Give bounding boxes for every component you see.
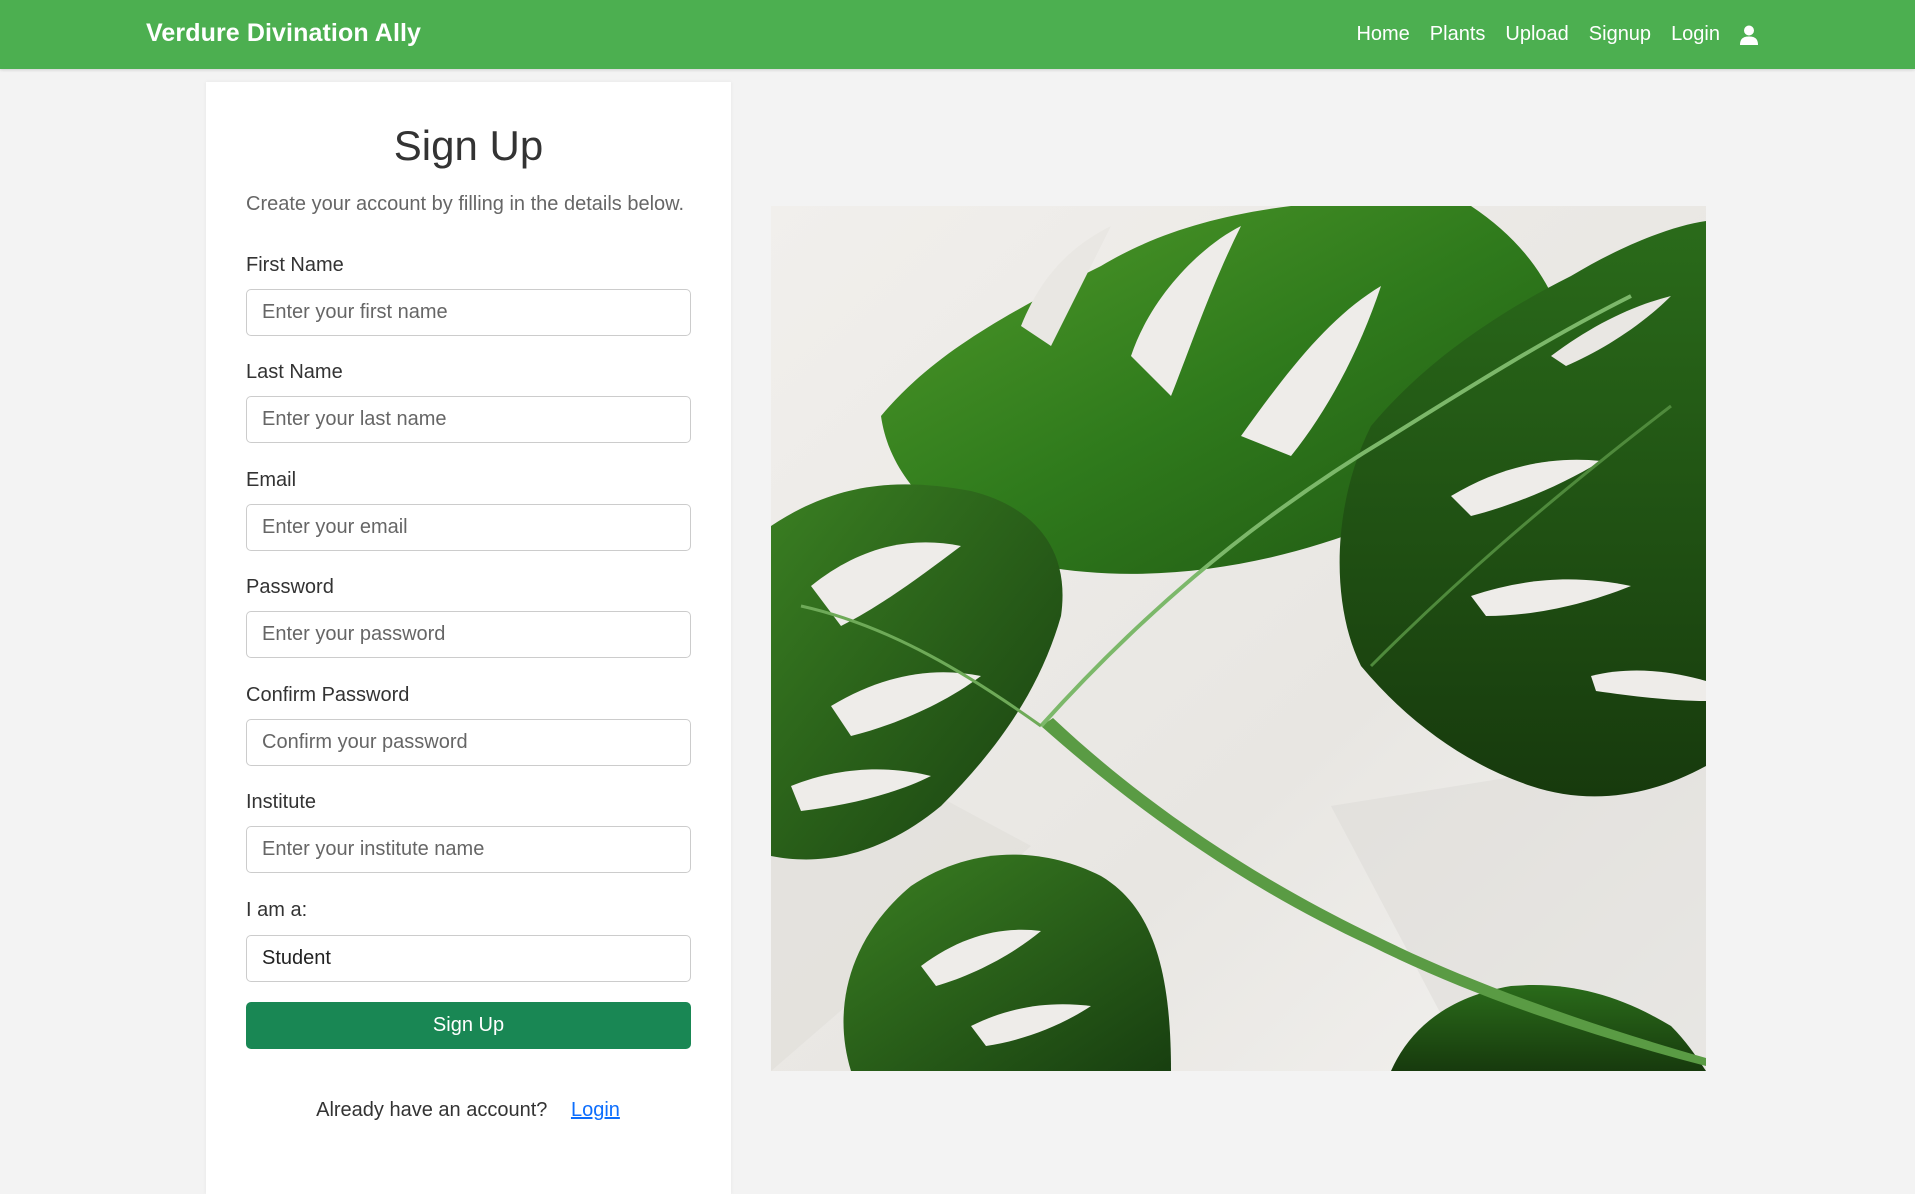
last-name-label: Last Name	[246, 361, 343, 383]
role-select[interactable]: Student	[246, 935, 691, 982]
first-name-label: First Name	[246, 254, 344, 276]
confirm-password-input[interactable]	[246, 719, 691, 766]
user-icon[interactable]	[1738, 23, 1760, 47]
brand-logo[interactable]: Verdure Divination Ally	[146, 19, 421, 48]
institute-input[interactable]	[246, 826, 691, 873]
institute-label: Institute	[246, 791, 317, 813]
password-label: Password	[246, 576, 334, 598]
first-name-input[interactable]	[246, 289, 691, 336]
email-label: Email	[246, 469, 297, 491]
login-prompt-row: Already have an account? Login	[0, 1099, 936, 1122]
nav-link-plants[interactable]: Plants	[1430, 23, 1486, 46]
nav-link-login[interactable]: Login	[1671, 23, 1720, 46]
password-input[interactable]	[246, 611, 691, 658]
form-subtitle: Create your account by filling in the de…	[246, 193, 685, 215]
confirm-password-label: Confirm Password	[246, 684, 410, 706]
nav-link-signup[interactable]: Signup	[1589, 23, 1651, 46]
email-input[interactable]	[246, 504, 691, 551]
page-title: Sign Up	[393, 122, 544, 169]
top-navbar: Verdure Divination Ally Home Plants Uplo…	[0, 0, 1915, 69]
nav-links: Home Plants Upload Signup Login	[1336, 0, 1760, 69]
signup-button[interactable]: Sign Up	[246, 1002, 691, 1049]
login-link[interactable]: Login	[571, 1099, 620, 1121]
last-name-input[interactable]	[246, 396, 691, 443]
role-select-value: Student	[262, 947, 331, 969]
monstera-leaves-image	[771, 206, 1706, 1071]
login-prompt-text: Already have an account?	[316, 1099, 548, 1121]
role-label: I am a:	[246, 899, 308, 921]
nav-link-home[interactable]: Home	[1356, 23, 1409, 46]
nav-link-upload[interactable]: Upload	[1505, 23, 1568, 46]
